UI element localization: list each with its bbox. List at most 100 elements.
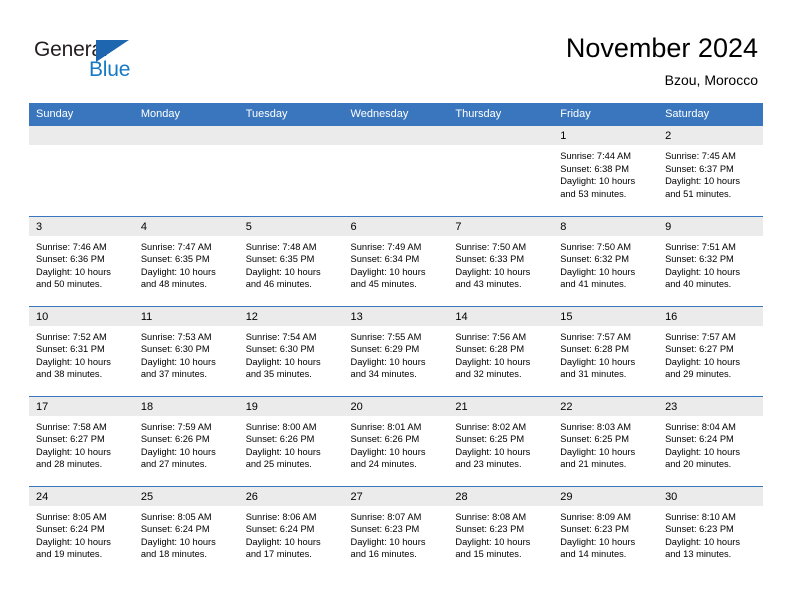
daylight-text-line1: Daylight: 10 hours: [245, 356, 321, 367]
calendar-day-cell[interactable]: 10 Sunrise: 7:52 AM Sunset: 6:31 PM Dayligh…: [29, 305, 134, 396]
sunset-text: Sunset: 6:28 PM: [560, 344, 629, 355]
brand-logo[interactable]: General Blue: [34, 38, 164, 84]
calendar-day-cell[interactable]: 3 Sunrise: 7:46 AM Sunset: 6:36 PM Daylight…: [29, 215, 134, 306]
page-header: General Blue November 2024 Bzou, Morocco: [0, 0, 792, 103]
sunset-text: Sunset: 6:24 PM: [245, 524, 315, 535]
daylight-text-line2: and 14 minutes.: [560, 549, 627, 560]
calendar-day-cell[interactable]: 30 Sunrise: 8:10 AM Sunset: 6:23 PM Dayligh…: [658, 485, 763, 576]
calendar-day-cell[interactable]: 25 Sunrise: 8:05 AM Sunset: 6:24 PM Dayligh…: [133, 485, 239, 576]
day-number: 7: [448, 216, 554, 236]
day-number: 1: [553, 126, 659, 145]
calendar-day-cell[interactable]: 11 Sunrise: 7:53 AM Sunset: 6:30 PM Dayligh…: [133, 305, 239, 396]
daylight-text-line2: and 37 minutes.: [140, 369, 207, 380]
calendar-day-cell[interactable]: 7 Sunrise: 7:50 AM Sunset: 6:33 PM Daylight…: [448, 215, 554, 306]
day-details: Sunrise: 8:01 AM Sunset: 6:26 PM Daylight:…: [344, 416, 449, 471]
page-title: November 2024: [565, 33, 758, 63]
daylight-text-line2: and 35 minutes.: [245, 369, 312, 380]
calendar-day-cell[interactable]: 17 Sunrise: 7:58 AM Sunset: 6:27 PM Dayligh…: [29, 395, 134, 486]
sunset-text: Sunset: 6:35 PM: [245, 254, 315, 265]
daylight-text-line2: and 40 minutes.: [665, 279, 732, 290]
sunrise-text: Sunrise: 8:10 AM: [665, 511, 736, 522]
day-number: 13: [343, 306, 449, 326]
day-number: 26: [238, 486, 344, 506]
day-details: Sunrise: 7:59 AM Sunset: 6:26 PM Daylight:…: [134, 416, 239, 471]
sunset-text: Sunset: 6:25 PM: [455, 434, 525, 445]
day-number: [238, 126, 344, 145]
day-number: [29, 126, 134, 145]
sunset-text: Sunset: 6:33 PM: [455, 254, 525, 265]
sunrise-text: Sunrise: 7:58 AM: [36, 421, 107, 432]
day-details: Sunrise: 8:09 AM Sunset: 6:23 PM Daylight:…: [553, 506, 658, 561]
calendar-day-cell[interactable]: 1 Sunrise: 7:44 AM Sunset: 6:38 PM Daylight…: [553, 126, 659, 216]
daylight-text-line2: and 46 minutes.: [245, 279, 312, 290]
calendar-day-cell[interactable]: 9 Sunrise: 7:51 AM Sunset: 6:32 PM Daylight…: [658, 215, 763, 306]
day-number: 17: [29, 396, 134, 416]
daylight-text-line1: Daylight: 10 hours: [245, 266, 321, 277]
calendar-day-cell[interactable]: 5 Sunrise: 7:48 AM Sunset: 6:35 PM Daylight…: [238, 215, 344, 306]
sunset-text: Sunset: 6:36 PM: [36, 254, 105, 265]
calendar-day-cell[interactable]: 18 Sunrise: 7:59 AM Sunset: 6:26 PM Dayligh…: [133, 395, 239, 486]
daylight-text-line1: Daylight: 10 hours: [560, 176, 636, 187]
day-number: 9: [658, 216, 763, 236]
sunset-text: Sunset: 6:23 PM: [665, 524, 734, 535]
calendar-day-cell[interactable]: 2 Sunrise: 7:45 AM Sunset: 6:37 PM Daylight…: [658, 126, 763, 216]
day-details: Sunrise: 8:07 AM Sunset: 6:23 PM Daylight:…: [344, 506, 449, 561]
calendar-day-cell[interactable]: 22 Sunrise: 8:03 AM Sunset: 6:25 PM Dayligh…: [553, 395, 659, 486]
sunset-text: Sunset: 6:34 PM: [350, 254, 420, 265]
day-number: 11: [133, 306, 239, 326]
daylight-text-line1: Daylight: 10 hours: [665, 536, 740, 547]
daylight-text-line1: Daylight: 10 hours: [36, 446, 111, 457]
day-details: Sunrise: 7:46 AM Sunset: 6:36 PM Daylight:…: [29, 236, 134, 291]
calendar-day-cell[interactable]: 14 Sunrise: 7:56 AM Sunset: 6:28 PM Dayligh…: [448, 305, 554, 396]
weekday-header-thursday: Thursday: [448, 103, 554, 126]
day-number: 27: [343, 486, 449, 506]
calendar-week-row: 24 Sunrise: 8:05 AM Sunset: 6:24 PM Dayligh…: [29, 485, 763, 576]
daylight-text-line1: Daylight: 10 hours: [560, 356, 636, 367]
calendar-day-cell[interactable]: 4 Sunrise: 7:47 AM Sunset: 6:35 PM Daylight…: [133, 215, 239, 306]
day-details: Sunrise: 7:54 AM Sunset: 6:30 PM Daylight:…: [239, 326, 344, 381]
sunset-text: Sunset: 6:37 PM: [665, 163, 734, 174]
daylight-text-line2: and 24 minutes.: [350, 459, 417, 470]
daylight-text-line2: and 16 minutes.: [350, 549, 417, 560]
day-details: Sunrise: 8:03 AM Sunset: 6:25 PM Daylight:…: [553, 416, 658, 471]
calendar-day-cell[interactable]: 20 Sunrise: 8:01 AM Sunset: 6:26 PM Dayligh…: [343, 395, 449, 486]
daylight-text-line1: Daylight: 10 hours: [245, 446, 321, 457]
day-details: Sunrise: 8:04 AM Sunset: 6:24 PM Daylight:…: [658, 416, 763, 471]
day-details: Sunrise: 7:53 AM Sunset: 6:30 PM Daylight:…: [134, 326, 239, 381]
calendar-empty-cell: [448, 126, 554, 216]
calendar-day-cell[interactable]: 29 Sunrise: 8:09 AM Sunset: 6:23 PM Dayligh…: [553, 485, 659, 576]
daylight-text-line1: Daylight: 10 hours: [36, 356, 111, 367]
day-details: Sunrise: 7:57 AM Sunset: 6:28 PM Daylight:…: [553, 326, 658, 381]
calendar-day-cell[interactable]: 24 Sunrise: 8:05 AM Sunset: 6:24 PM Dayligh…: [29, 485, 134, 576]
day-details: Sunrise: 7:50 AM Sunset: 6:33 PM Daylight:…: [448, 236, 553, 291]
calendar-day-cell[interactable]: 19 Sunrise: 8:00 AM Sunset: 6:26 PM Dayligh…: [238, 395, 344, 486]
day-number: 14: [448, 306, 554, 326]
sunrise-text: Sunrise: 7:55 AM: [350, 331, 422, 342]
calendar-day-cell[interactable]: 28 Sunrise: 8:08 AM Sunset: 6:23 PM Dayligh…: [448, 485, 554, 576]
sunset-text: Sunset: 6:27 PM: [36, 434, 105, 445]
calendar-day-cell[interactable]: 27 Sunrise: 8:07 AM Sunset: 6:23 PM Dayligh…: [343, 485, 449, 576]
calendar-day-cell[interactable]: 21 Sunrise: 8:02 AM Sunset: 6:25 PM Dayligh…: [448, 395, 554, 486]
day-details: Sunrise: 8:00 AM Sunset: 6:26 PM Daylight:…: [239, 416, 344, 471]
day-number: 30: [658, 486, 763, 506]
sunset-text: Sunset: 6:32 PM: [560, 254, 629, 265]
calendar-day-cell[interactable]: 23 Sunrise: 8:04 AM Sunset: 6:24 PM Dayligh…: [658, 395, 763, 486]
calendar-day-cell[interactable]: 12 Sunrise: 7:54 AM Sunset: 6:30 PM Dayligh…: [238, 305, 344, 396]
calendar-day-cell[interactable]: 6 Sunrise: 7:49 AM Sunset: 6:34 PM Daylight…: [343, 215, 449, 306]
daylight-text-line1: Daylight: 10 hours: [665, 446, 740, 457]
day-number: 22: [553, 396, 659, 416]
calendar-day-cell[interactable]: 26 Sunrise: 8:06 AM Sunset: 6:24 PM Dayligh…: [238, 485, 344, 576]
day-number: 4: [133, 216, 239, 236]
calendar-day-cell[interactable]: 8 Sunrise: 7:50 AM Sunset: 6:32 PM Daylight…: [553, 215, 659, 306]
daylight-text-line2: and 32 minutes.: [455, 369, 522, 380]
calendar-day-cell[interactable]: 16 Sunrise: 7:57 AM Sunset: 6:27 PM Dayligh…: [658, 305, 763, 396]
calendar-day-cell[interactable]: 13 Sunrise: 7:55 AM Sunset: 6:29 PM Dayligh…: [343, 305, 449, 396]
day-number: [133, 126, 239, 145]
day-number: 25: [133, 486, 239, 506]
day-number: 10: [29, 306, 134, 326]
calendar-day-cell[interactable]: 15 Sunrise: 7:57 AM Sunset: 6:28 PM Dayligh…: [553, 305, 659, 396]
day-number: [448, 126, 554, 145]
title-block: November 2024 Bzou, Morocco: [566, 32, 758, 90]
sunset-text: Sunset: 6:35 PM: [140, 254, 210, 265]
sunrise-text: Sunrise: 7:51 AM: [665, 241, 736, 252]
